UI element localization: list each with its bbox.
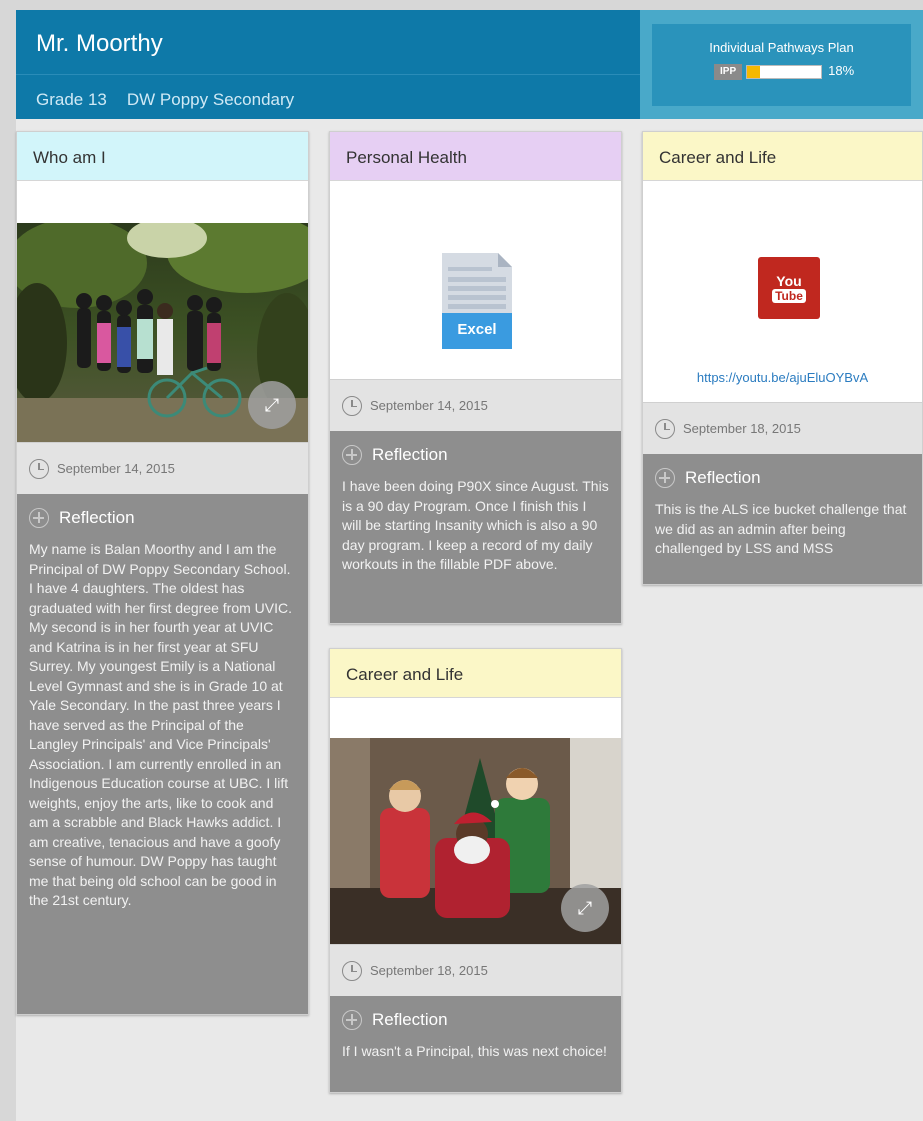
student-info: Grade 13 DW Poppy Secondary <box>36 90 294 110</box>
reflection-header[interactable]: Reflection <box>342 445 609 465</box>
clock-icon <box>342 960 362 981</box>
excel-file-icon[interactable]: Excel <box>442 253 512 349</box>
ipp-percent: 18% <box>828 62 855 78</box>
reflection-header[interactable]: Reflection <box>342 1010 609 1030</box>
card-career-and-life-photo: Career and Life ⤢ September 18, 2015 Ref… <box>329 648 622 1093</box>
card-title[interactable]: Career and Life <box>330 649 621 698</box>
reflection-section: Reflection This is the ALS ice bucket ch… <box>643 454 922 584</box>
card-date-row: September 14, 2015 <box>330 379 621 431</box>
card-media: ⤢ <box>330 698 621 944</box>
portfolio-page: Mr. Moorthy Grade 13 DW Poppy Secondary … <box>16 10 923 1121</box>
card-date: September 18, 2015 <box>370 963 488 978</box>
card-who-am-i: Who am I ⤢ September 14, 2015 Reflection… <box>16 131 309 1015</box>
card-media: ⤢ <box>17 181 308 442</box>
ipp-badge: IPP <box>714 64 743 80</box>
ipp-panel: Individual Pathways Plan IPP 18% <box>640 10 923 119</box>
reflection-text: My name is Balan Moorthy and I am the Pr… <box>29 541 293 908</box>
school-label: DW Poppy Secondary <box>126 90 295 109</box>
ipp-title: Individual Pathways Plan <box>709 40 854 55</box>
plus-circle-icon <box>655 468 675 488</box>
clock-icon <box>29 458 49 479</box>
reflection-section: Reflection I have been doing P90X since … <box>330 431 621 623</box>
card-media: You Tube https://youtu.be/ajuEluOYBvA <box>643 181 922 402</box>
card-career-and-life-video: Career and Life You Tube https://youtu.b… <box>642 131 923 585</box>
reflection-text: I have been doing P90X since August. Thi… <box>342 478 609 572</box>
card-date-row: September 18, 2015 <box>643 402 922 454</box>
youtube-text-top: You <box>776 272 802 289</box>
plus-circle-icon <box>29 508 49 528</box>
reflection-label: Reflection <box>372 445 448 464</box>
card-date-row: September 18, 2015 <box>330 944 621 996</box>
reflection-label: Reflection <box>685 468 761 487</box>
youtube-text-bottom: Tube <box>772 288 806 303</box>
card-date-row: September 14, 2015 <box>17 442 308 494</box>
profile-header: Mr. Moorthy Grade 13 DW Poppy Secondary <box>16 10 640 119</box>
plus-circle-icon <box>342 1010 362 1030</box>
reflection-text: This is the ALS ice bucket challenge tha… <box>655 501 907 556</box>
reflection-text: If I wasn't a Principal, this was next c… <box>342 1043 607 1059</box>
card-media: Excel <box>330 181 621 379</box>
card-date: September 14, 2015 <box>370 398 488 413</box>
card-date: September 18, 2015 <box>683 421 801 436</box>
reflection-header[interactable]: Reflection <box>29 508 296 528</box>
grade-label: Grade 13 <box>36 90 107 109</box>
card-date: September 14, 2015 <box>57 461 175 476</box>
ipp-progress-fill <box>747 66 761 78</box>
ipp-progress-row: IPP 18% <box>714 60 854 80</box>
reflection-section: Reflection My name is Balan Moorthy and … <box>17 494 308 1014</box>
expand-photo-button[interactable]: ⤢ <box>561 884 609 932</box>
reflection-section: Reflection If I wasn't a Principal, this… <box>330 996 621 1092</box>
header-divider <box>16 74 640 75</box>
card-title[interactable]: Career and Life <box>643 132 922 181</box>
expand-photo-button[interactable]: ⤢ <box>248 381 296 429</box>
ipp-progress-bar <box>746 65 823 79</box>
card-personal-health: Personal Health Excel September 14, 2015… <box>329 131 622 624</box>
ipp-button[interactable]: Individual Pathways Plan IPP 18% <box>652 24 911 106</box>
reflection-header[interactable]: Reflection <box>655 468 910 488</box>
expand-icon: ⤢ <box>264 394 280 415</box>
reflection-label: Reflection <box>59 508 135 527</box>
clock-icon <box>342 395 362 416</box>
youtube-link[interactable]: https://youtu.be/ajuEluOYBvA <box>643 370 922 385</box>
plus-circle-icon <box>342 445 362 465</box>
excel-label: Excel <box>457 321 497 338</box>
card-title[interactable]: Personal Health <box>330 132 621 181</box>
youtube-icon[interactable]: You Tube <box>758 257 820 319</box>
student-name: Mr. Moorthy <box>36 30 163 57</box>
clock-icon <box>655 418 675 439</box>
expand-icon: ⤢ <box>577 897 593 918</box>
card-title[interactable]: Who am I <box>17 132 308 181</box>
reflection-label: Reflection <box>372 1010 448 1029</box>
